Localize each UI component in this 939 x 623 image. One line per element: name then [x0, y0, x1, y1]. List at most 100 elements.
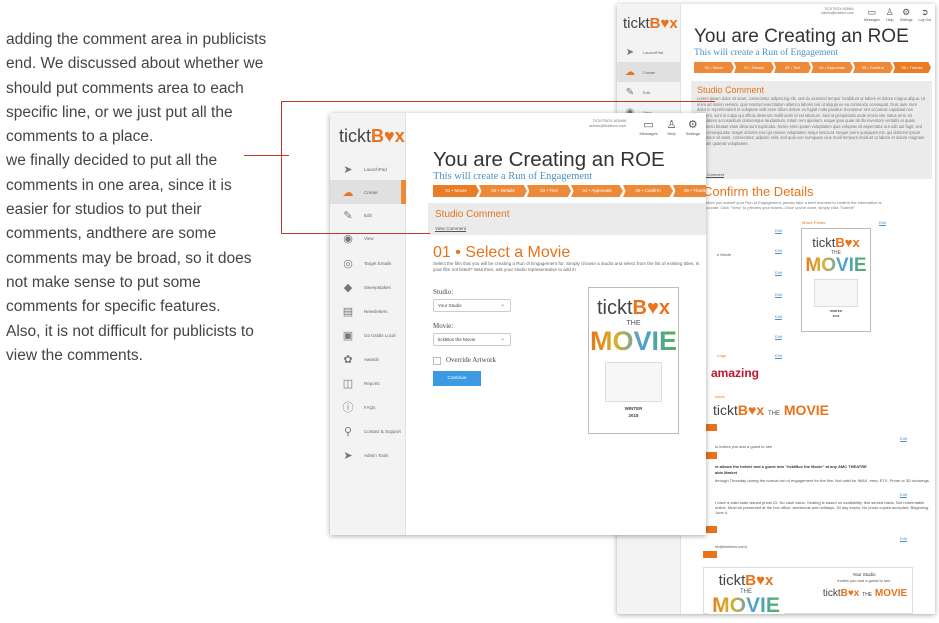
toolbar: TICKTBOX ADMIN admin@ticktbox.com ▭ Messa…: [583, 113, 706, 141]
messages-button[interactable]: ▭ Messages: [864, 7, 880, 22]
connector-line: [281, 101, 715, 102]
sidebar-item-faqs[interactable]: ⓘ FAQs: [330, 395, 406, 419]
sidebar-item-create[interactable]: ☁ Create: [617, 62, 681, 82]
note-line: comments may be broad, so it does: [6, 249, 252, 267]
studio-select[interactable]: Your Studio ⌄: [433, 299, 511, 312]
terms-text: t have a valid state issued photo ID. No…: [715, 500, 929, 515]
select-movie-heading: 01 • Select a Movie: [433, 244, 571, 261]
reports-icon: ◫: [342, 377, 354, 390]
edit-link[interactable]: Edit: [900, 436, 907, 441]
step-thanks[interactable]: 06 • Thanks: [893, 62, 931, 73]
sidebar-item-sweepstakes[interactable]: ◆ Sweepstakes: [330, 275, 406, 299]
step-text[interactable]: 03 • Text: [527, 185, 571, 197]
note-line: end. We discussed about whether we: [6, 55, 264, 73]
step-details[interactable]: 02 • Details: [479, 185, 527, 197]
step-movie[interactable]: 01 • Movie: [694, 62, 734, 73]
override-artwork-checkbox[interactable]: [433, 357, 441, 365]
continue-button[interactable]: Continue: [433, 371, 481, 386]
gift-box-illustration: [605, 362, 662, 402]
note-line: comments for specific features.: [6, 298, 221, 316]
step-text[interactable]: 03 • Text: [774, 62, 811, 73]
toolbar: TICKTBOX ADMIN admin@ticktbox.com ▭ Messa…: [817, 4, 935, 25]
sidebar-item-newsletters[interactable]: ▤ Newsletters: [330, 299, 406, 323]
sidebar-item-edit[interactable]: ✎ Edit: [330, 203, 406, 227]
confirm-details-title: Confirm the Details: [703, 184, 814, 199]
ticket-studio: Your Studio: [852, 572, 876, 577]
edit-link[interactable]: Edit: [775, 292, 782, 297]
edit-link[interactable]: Edit: [775, 314, 782, 319]
note-line: we finally decided to put all the: [6, 152, 218, 170]
cloud-create-icon: ☁: [342, 186, 354, 199]
allows-text-2: able Market: [715, 470, 738, 475]
ticktbox-logo: ticktB♥x: [339, 126, 405, 146]
step-approvals[interactable]: 04 • Approvals: [571, 185, 623, 197]
edit-icon: ✎: [625, 86, 635, 98]
note-line: Also, it is not difficult for publicists…: [6, 322, 254, 340]
design-notes: adding the comment area in publicists en…: [6, 28, 296, 368]
edit-link[interactable]: Edit: [775, 270, 782, 275]
edit-link[interactable]: Edit: [775, 353, 782, 358]
edit-link[interactable]: Edit: [879, 220, 886, 225]
studio-comment-title: Studio Comment: [697, 85, 765, 95]
step-approvals[interactable]: 04 • Approvals: [811, 62, 853, 73]
sidebar-item-launchpad[interactable]: ➤ LaunchPad: [330, 157, 406, 181]
sidebar-item-contact-support[interactable]: ⚲ Contact & Support: [330, 419, 406, 443]
movie-select[interactable]: ticktBox the Movie ⌄: [433, 333, 511, 346]
logout-button[interactable]: ➲ Log Out: [919, 7, 931, 22]
connector-line: [281, 101, 282, 234]
connector-line: [281, 233, 430, 234]
inbox-icon: ▭: [643, 119, 654, 131]
step-confirm[interactable]: 05 • Confirm: [623, 185, 673, 197]
sidebar-item-view[interactable]: ◉ View: [330, 226, 406, 250]
user-info: TICKTBOX ADMIN admin@ticktbox.com: [589, 118, 627, 128]
step-confirm[interactable]: 05 • Confirm: [853, 62, 893, 73]
settings-button[interactable]: ⚙ Settings: [686, 118, 700, 136]
studio-comment-box: Studio Comment Lorem ipsum dolor sit ame…: [691, 81, 932, 179]
settings-button[interactable]: ⚙ Settings: [900, 7, 913, 22]
gift-box-illustration: [814, 279, 858, 307]
tools-icon: ➤: [343, 449, 353, 462]
page-title: You are Creating an ROE: [694, 26, 909, 47]
sidebar-item-launchpad[interactable]: ➤ LaunchPad: [617, 42, 681, 62]
user-info: TICKTBOX ADMIN admin@ticktbox.com: [821, 7, 854, 15]
sidebar-item-go-grabs-local[interactable]: ▣ Go Grabs Local: [330, 323, 406, 347]
allows-text: et allows the holder and a guest into "t…: [715, 464, 867, 469]
note-line: easier for studios to put their: [6, 201, 202, 219]
help-button[interactable]: ♙ Help: [886, 7, 894, 22]
sidebar-item-edit[interactable]: ✎ Edit: [617, 82, 681, 102]
poster-ticktbox-logo: ticktB♥x: [812, 235, 860, 250]
rocket-icon: ➤: [625, 46, 635, 58]
ticket-invite: invites you and a guest to see: [837, 578, 891, 583]
sidebar-item-create[interactable]: ☁ Create: [330, 180, 406, 204]
help-button[interactable]: ♙ Help: [667, 118, 677, 136]
step-movie[interactable]: 01 • Movie: [433, 185, 479, 197]
chevron-down-icon: ⌄: [499, 302, 505, 308]
view-comment-link[interactable]: View Comment: [435, 226, 466, 231]
sidebar-item-reports[interactable]: ◫ Reports: [330, 371, 406, 395]
select-movie-screen: ticktB♥x ➤ LaunchPad ☁ Create ✎ Edit ◉ View …: [330, 113, 706, 535]
step-details[interactable]: 02 • Details: [734, 62, 774, 73]
override-artwork-label: Override Artwork: [446, 356, 496, 364]
movie-name-fragment: e Movie: [717, 252, 732, 257]
help-person-icon: ♙: [666, 119, 677, 131]
sidebar: ticktB♥x ➤ LaunchPad ☁ Create ✎ Edit ◉ View …: [330, 113, 406, 535]
edit-link[interactable]: Edit: [900, 492, 907, 497]
ticket-wordmark: ticktB♥x THE MOVIE: [822, 588, 908, 599]
note-line: comments to a place.: [6, 128, 154, 146]
studio-comment-text: Lorem ipsum dolor sit amet, consectetur …: [697, 96, 926, 146]
help-icon: ⓘ: [342, 402, 354, 414]
gear-icon: ⚙: [902, 7, 911, 17]
edit-link[interactable]: Edit: [775, 248, 782, 253]
edit-link[interactable]: Edit: [775, 334, 782, 339]
edit-link[interactable]: Edit: [775, 228, 782, 233]
poster-ticktbox-logo: ticktB♥x: [596, 297, 670, 319]
note-line: should put comments area to each: [6, 79, 244, 97]
select-movie-description: Select the film that you will be creatin…: [433, 261, 700, 272]
sidebar-item-admin-tools[interactable]: ➤ Admin Tools: [330, 443, 406, 467]
sidebar-item-awards[interactable]: ✿ Awards: [330, 347, 406, 371]
step-thanks[interactable]: 06 • Thanks: [673, 185, 706, 197]
step-progress: 01 • Movie 02 • Details 03 • Text 04 • A…: [694, 62, 931, 73]
messages-button[interactable]: ▭ Messages: [639, 118, 657, 136]
sidebar-item-target-emails[interactable]: ◎ Target Emails: [330, 251, 406, 275]
edit-link[interactable]: Edit: [900, 536, 907, 541]
